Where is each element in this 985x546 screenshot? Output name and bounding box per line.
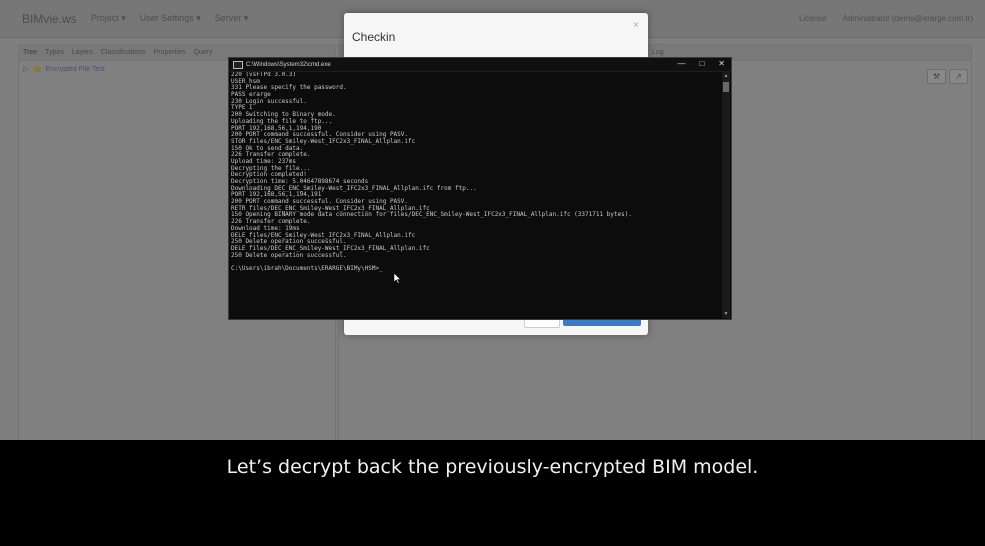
user-menu[interactable]: Administrator (demo@erarge.com.tr) [843,14,973,23]
terminal-icon [233,60,243,69]
app-brand[interactable]: BIMvie.ws [22,12,77,26]
close-icon[interactable]: ✕ [718,59,725,68]
wrench-icon[interactable]: ⚒ [927,69,946,84]
tab-types[interactable]: Types [41,49,68,56]
close-icon[interactable]: × [633,20,639,31]
window-controls: — □ ✕ [677,59,725,68]
scrollbar-thumb[interactable] [723,82,729,92]
cmd-line: STOR files/ENC_Smiley-West_IFC2x3_FINAL_… [231,137,416,145]
minimize-icon[interactable]: — [677,59,685,68]
scrollbar[interactable]: ▲ ▼ [722,72,730,318]
cmd-line: 250 Delete operation successful. [231,251,347,259]
tab-log[interactable]: Log [652,49,664,56]
tab-properties[interactable]: Properties [150,49,190,56]
folder-icon [34,66,42,72]
scroll-up-icon[interactable]: ▲ [723,73,729,79]
modal-title: Checkin [352,30,396,44]
caption-bar: Let’s decrypt back the previously-encryp… [0,440,985,546]
tab-layers[interactable]: Layers [68,49,97,56]
cmd-title: C:\Windows\System32\cmd.exe [246,61,331,68]
cmd-line: 220 (vsFTPd 3.0.3) [231,72,297,78]
cmd-window[interactable]: C:\Windows\System32\cmd.exe — □ ✕ 220 (v… [228,57,732,320]
menu-server[interactable]: Server ▾ [215,13,249,24]
cmd-line: 226 Transfer complete. [231,218,311,226]
expand-arrows-icon[interactable]: ↗ [949,69,968,84]
mouse-cursor-icon [394,273,402,284]
cmd-line: C:\Users\ibrah\Documents\ERARGE\BIMy\HSM… [231,264,383,272]
cmd-line: 226 Transfer complete. [231,151,311,159]
expand-icon[interactable]: ▷ [23,66,28,73]
tab-query[interactable]: Query [190,49,217,56]
cmd-titlebar[interactable]: C:\Windows\System32\cmd.exe — □ ✕ [229,58,731,72]
navbar-right: License Administrator (demo@erarge.com.t… [799,14,973,23]
tab-tree[interactable]: Tree [19,49,41,56]
tree-item-label: Encrypted File Test [45,66,105,73]
cmd-line: 331 Please specify the password. [231,84,347,92]
maximize-icon[interactable]: □ [699,59,704,68]
cmd-output[interactable]: 220 (vsFTPd 3.0.3) USER hsm 331 Please spe… [230,72,721,318]
menu-user-settings[interactable]: User Settings ▾ [140,13,201,24]
cmd-line: 230 Login successful. [231,97,307,105]
scroll-down-icon[interactable]: ▼ [723,311,729,317]
license-link[interactable]: License [799,14,827,23]
tab-classifications[interactable]: Classifications [97,49,150,56]
video-caption: Let’s decrypt back the previously-encryp… [226,456,759,478]
menu-project[interactable]: Project ▾ [91,13,126,24]
